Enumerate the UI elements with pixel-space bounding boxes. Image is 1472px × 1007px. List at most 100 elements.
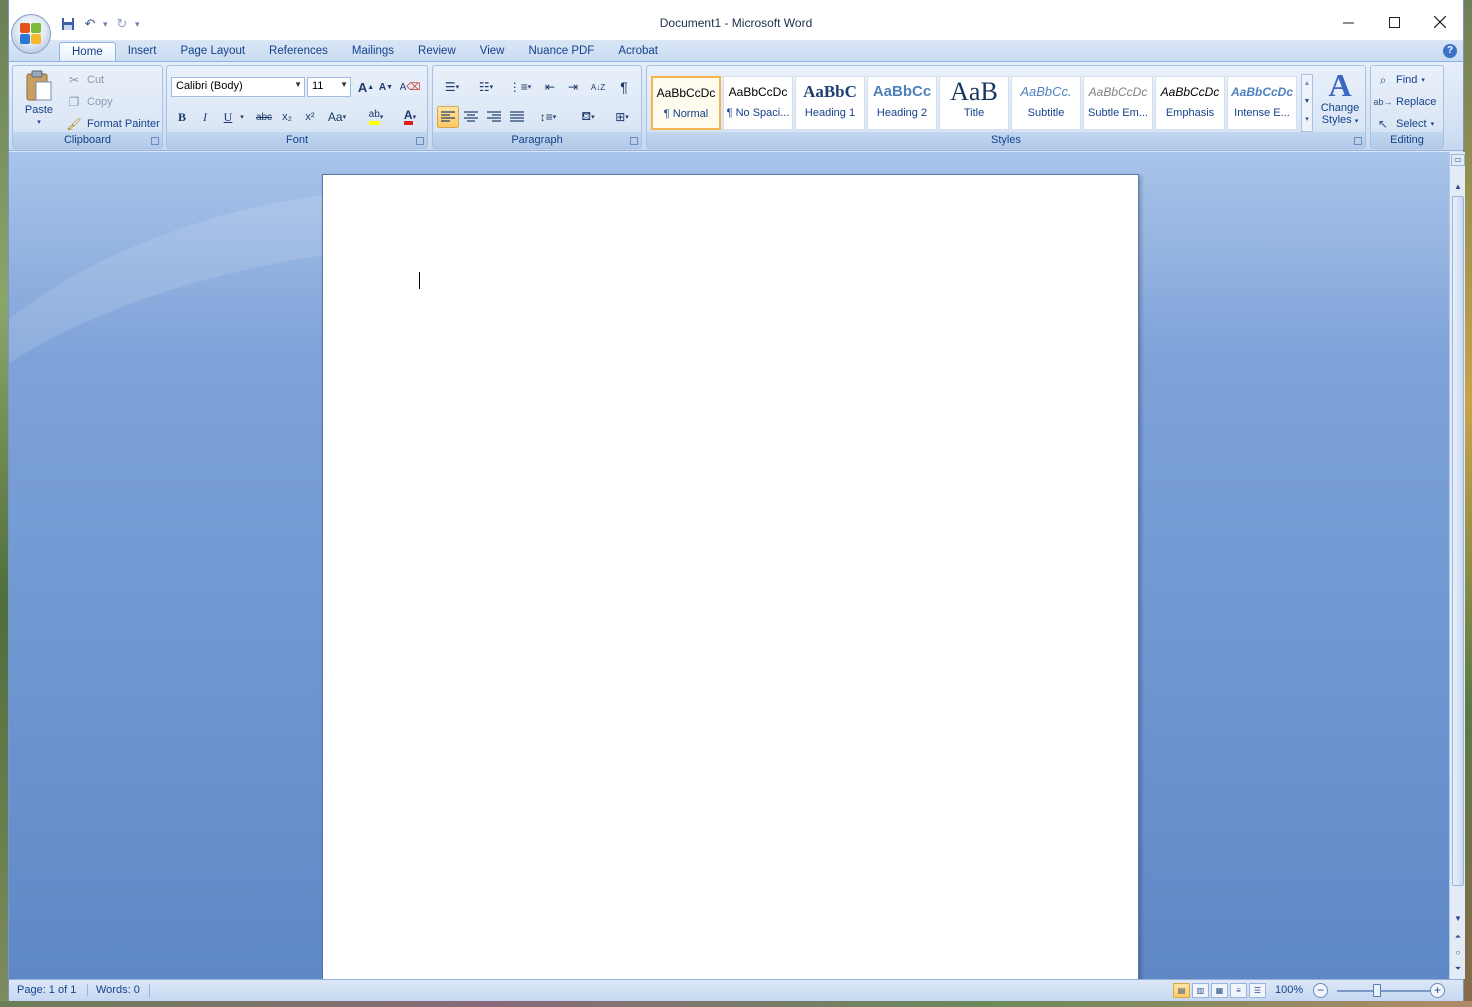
style-no-spacing[interactable]: AaBbCcDc ¶ No Spaci... — [723, 76, 793, 130]
decrease-indent-button[interactable]: ⇤ — [539, 76, 561, 98]
shrink-font-button[interactable]: A ▼ — [375, 76, 397, 98]
italic-button[interactable]: I — [194, 106, 216, 128]
page-count[interactable]: Page: 1 of 1 — [17, 984, 76, 996]
copy-button[interactable]: ❐ Copy — [65, 92, 113, 112]
show-formatting-button[interactable]: ¶ — [613, 76, 635, 98]
cut-button[interactable]: ✂ Cut — [65, 70, 104, 90]
change-styles-button[interactable]: A Change Styles ▾ — [1317, 68, 1363, 134]
tab-acrobat[interactable]: Acrobat — [606, 42, 670, 62]
bold-button[interactable]: B — [171, 106, 193, 128]
outline-icon[interactable]: ≡ — [1230, 983, 1247, 998]
borders-button[interactable]: ⊞ ▾ — [607, 106, 637, 128]
underline-dropdown-icon[interactable]: ▾ — [237, 106, 247, 128]
paragraph-dialog-launcher-icon[interactable] — [630, 137, 638, 145]
word-count[interactable]: Words: 0 — [87, 984, 140, 996]
zoom-level[interactable]: 100% — [1275, 984, 1303, 996]
find-button[interactable]: ⌕ Find ▾ — [1374, 70, 1425, 90]
font-dialog-launcher-icon[interactable] — [416, 137, 424, 145]
office-button[interactable] — [11, 14, 51, 54]
shading-button[interactable]: ⛾ ▾ — [573, 106, 603, 128]
subscript-button[interactable]: x₂ — [276, 106, 298, 128]
pointer-icon: ↖ — [1377, 117, 1389, 131]
tab-view[interactable]: View — [468, 42, 517, 62]
replace-button[interactable]: ab→ Replace — [1373, 92, 1437, 112]
grow-font-button[interactable]: A ▲ — [355, 76, 377, 98]
scrollbar-thumb[interactable] — [1452, 196, 1464, 886]
close-button[interactable] — [1417, 8, 1463, 36]
font-color-button[interactable]: A ▾ — [395, 106, 425, 128]
tab-page-layout[interactable]: Page Layout — [168, 42, 257, 62]
tab-references[interactable]: References — [257, 42, 340, 62]
scroll-down-icon[interactable]: ▼ — [1451, 912, 1465, 926]
tab-nuance-pdf[interactable]: Nuance PDF — [516, 42, 606, 62]
view-ruler-icon[interactable]: ▭ — [1451, 154, 1465, 166]
styles-dialog-launcher-icon[interactable] — [1354, 137, 1362, 145]
justify-button[interactable] — [506, 106, 528, 128]
strikethrough-button[interactable]: abc — [253, 106, 275, 128]
zoom-slider-thumb[interactable] — [1373, 984, 1381, 997]
tab-insert[interactable]: Insert — [116, 42, 169, 62]
style-heading-2[interactable]: AaBbCc Heading 2 — [867, 76, 937, 130]
paste-button[interactable]: Paste ▾ — [19, 70, 59, 130]
style-intense-emphasis[interactable]: AaBbCcDc Intense E... — [1227, 76, 1297, 130]
change-case-icon: Aa — [327, 110, 343, 124]
change-case-button[interactable]: Aa ▾ — [324, 106, 350, 128]
tab-home[interactable]: Home — [59, 42, 116, 62]
more-styles-icon[interactable]: ▾ — [1302, 111, 1312, 129]
align-left-icon — [441, 111, 455, 122]
vertical-scrollbar[interactable]: ▭ ▲ ▼ ⏶ ○ ⏷ — [1449, 152, 1465, 979]
document-page[interactable] — [322, 174, 1139, 979]
zoom-out-icon[interactable]: − — [1313, 983, 1328, 998]
zoom-slider-track[interactable] — [1337, 990, 1435, 992]
numbering-button[interactable]: ☷ ▾ — [471, 76, 501, 98]
full-screen-reading-icon[interactable]: ▥ — [1192, 983, 1209, 998]
bullets-button[interactable]: ☰ ▾ — [437, 76, 467, 98]
multilevel-list-button[interactable]: ⋮≡ ▾ — [505, 76, 535, 98]
style-subtitle[interactable]: AaBbCc. Subtitle — [1011, 76, 1081, 130]
tab-mailings[interactable]: Mailings — [340, 42, 406, 62]
paste-dropdown-icon[interactable]: ▾ — [37, 118, 41, 126]
line-spacing-button[interactable]: ↕≡ ▾ — [533, 106, 563, 128]
draft-icon[interactable]: ☰ — [1249, 983, 1266, 998]
window-controls — [1325, 8, 1463, 36]
font-size-combo[interactable]: 11 ▼ — [307, 77, 351, 97]
align-right-button[interactable] — [483, 106, 505, 128]
style-emphasis[interactable]: AaBbCcDc Emphasis — [1155, 76, 1225, 130]
clear-formatting-button[interactable]: A⌫ — [399, 76, 421, 98]
format-painter-button[interactable]: 🖌 Format Painter — [65, 114, 159, 134]
style-subtle-emphasis[interactable]: AaBbCcDc Subtle Em... — [1083, 76, 1153, 130]
style-title[interactable]: AaB Title — [939, 76, 1009, 130]
style-sample: AaBbCcDc — [1160, 85, 1220, 99]
minimize-button[interactable] — [1325, 8, 1371, 36]
binoculars-icon: ⌕ — [1379, 72, 1387, 87]
replace-icon: ab→ — [1373, 97, 1393, 107]
print-layout-icon[interactable]: ▤ — [1173, 983, 1190, 998]
style-heading-1[interactable]: AaBbC Heading 1 — [795, 76, 865, 130]
zoom-in-icon[interactable]: + — [1430, 983, 1445, 998]
sort-button[interactable]: A↓Z — [587, 76, 609, 98]
align-center-icon — [464, 111, 478, 122]
chevron-up-icon[interactable]: ▲ — [1302, 75, 1312, 93]
align-center-button[interactable] — [460, 106, 482, 128]
increase-indent-button[interactable]: ⇥ — [562, 76, 584, 98]
select-button[interactable]: ↖ Select ▾ — [1374, 114, 1434, 134]
web-layout-icon[interactable]: ▦ — [1211, 983, 1228, 998]
underline-button[interactable]: U — [217, 106, 239, 128]
superscript-button[interactable]: x² — [299, 106, 321, 128]
help-icon[interactable]: ? — [1443, 44, 1457, 58]
previous-page-icon[interactable]: ⏶ — [1451, 930, 1465, 944]
highlight-button[interactable]: ab ▾ — [361, 106, 391, 128]
desktop-wallpaper-right — [1464, 0, 1472, 1007]
style-sample: AaBbCc. — [1020, 84, 1072, 99]
clipboard-dialog-launcher-icon[interactable] — [151, 137, 159, 145]
font-name-combo[interactable]: Calibri (Body) ▼ — [171, 77, 305, 97]
align-left-button[interactable] — [437, 106, 459, 128]
scroll-up-icon[interactable]: ▲ — [1451, 180, 1465, 194]
tab-review[interactable]: Review — [406, 42, 468, 62]
style-normal[interactable]: AaBbCcDc ¶ Normal — [651, 76, 721, 130]
select-browse-object-icon[interactable]: ○ — [1451, 946, 1465, 960]
numbered-list-icon: ☷ — [478, 80, 490, 94]
maximize-button[interactable] — [1371, 8, 1417, 36]
next-page-icon[interactable]: ⏷ — [1451, 962, 1465, 976]
chevron-down-icon[interactable]: ▼ — [1302, 93, 1312, 111]
